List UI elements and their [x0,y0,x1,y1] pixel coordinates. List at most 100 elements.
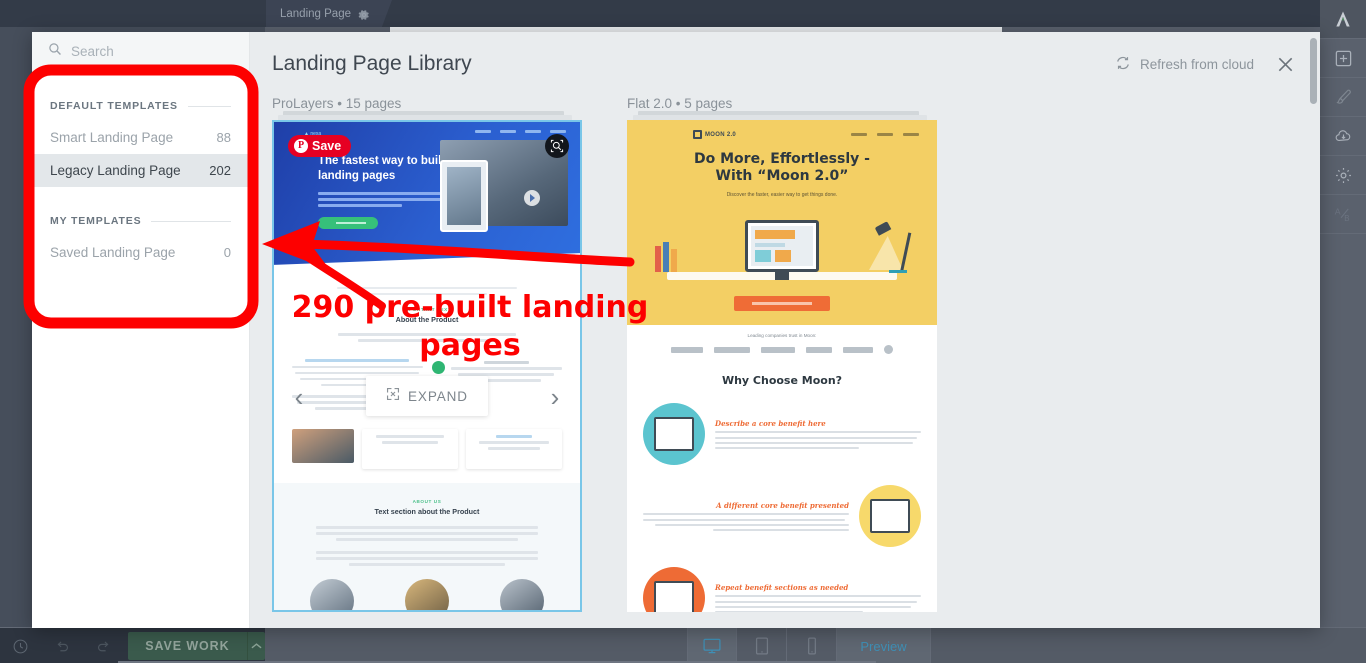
svg-text:B: B [1344,213,1349,222]
template-thumbnail-prolayers[interactable]: P Save ▲ nexa The fastest way to build l… [272,120,582,612]
thumbnail-cards-row [274,413,580,470]
thumbnail-hero-paragraph [318,192,458,210]
thumbnail-hero-heading: Do More, Effortlessly - With “Moon 2.0” [627,151,937,185]
right-toolbar: AB [1320,0,1366,663]
template-grid: ProLayers • 15 pages P Save ▲ nexa The f… [250,96,1320,612]
thumbnail-section-1: IMPORTANT TEXT About the Product [274,277,580,342]
preview-button[interactable]: Preview [837,628,931,663]
tablet-icon[interactable] [737,628,787,663]
sidebar-item-legacy-landing-page[interactable]: Legacy Landing Page 202 [32,154,249,187]
thumbnail-logo: MOON 2.0 [693,130,736,139]
modal-header: Landing Page Library Refresh from cloud [250,32,1320,96]
chevron-left-icon[interactable]: ‹ [286,382,312,412]
refresh-from-cloud-label: Refresh from cloud [1139,56,1254,72]
divider [187,105,231,107]
thumbnail-section-2: ABOUT US Text section about the Product [274,483,580,610]
pinterest-save-button[interactable]: P Save [288,135,352,157]
benefit-heading: Repeat benefit sections as needed [715,583,849,593]
ab-test-icon[interactable]: AB [1320,195,1366,234]
cloud-download-icon[interactable] [1320,117,1366,156]
template-thumbnail-flat-2-0[interactable]: MOON 2.0 Do More, Effortlessly - With “M… [627,120,937,612]
section-heading-my-templates: MY TEMPLATES [50,187,231,236]
undo-icon[interactable] [41,628,82,663]
thumbnail-hero-cta [318,217,378,229]
section-heading-default-label: DEFAULT TEMPLATES [50,100,178,112]
expand-label: EXPAND [408,388,468,404]
thumbnail-hero-tablet [440,160,488,232]
pinterest-save-label: Save [312,139,342,153]
sidebar-item-label: Legacy Landing Page [50,163,181,178]
divider [151,220,231,222]
thumbnail-wrap: P Save ▲ nexa The fastest way to build l… [272,111,582,612]
template-grid-scroll[interactable]: ProLayers • 15 pages P Save ▲ nexa The f… [250,96,1320,628]
chevron-right-icon[interactable]: › [542,382,568,412]
brush-icon[interactable] [1320,78,1366,117]
sidebar-item-count: 202 [209,163,231,178]
thumbnail-hero-cta [734,296,830,311]
benefit-item: Benefit 3 [479,579,564,610]
bottom-bar: SAVE WORK Preview [0,627,1366,663]
refresh-icon [1115,55,1131,74]
sidebar-item-smart-landing-page[interactable]: Smart Landing Page 88 [32,121,249,154]
thumbnail-wrap: MOON 2.0 Do More, Effortlessly - With “M… [627,111,937,612]
page-title: Landing Page Library [272,52,472,75]
chevron-up-icon[interactable] [246,632,265,660]
thumbnail-nav [851,133,919,136]
template-sidebar: DEFAULT TEMPLATES Smart Landing Page 88 … [32,32,250,628]
tab-landing-page[interactable]: Landing Page [266,0,392,27]
benefit-image [499,579,544,610]
thumbnail-logo-text: MOON 2.0 [705,131,737,138]
add-element-icon[interactable] [1320,39,1366,78]
benefit-item: Benefit 1 [290,579,375,610]
search-input[interactable] [71,44,221,59]
bottom-bar-left: SAVE WORK [0,628,266,663]
thumbnail-trust-bar: Leading companies trust in Moon: [627,325,937,364]
thumbnail-eyebrow-2: ABOUT US [412,499,442,505]
logo-icon[interactable] [1320,0,1366,39]
sidebar-item-saved-landing-page[interactable]: Saved Landing Page 0 [32,236,249,269]
landing-page-library-modal: DEFAULT TEMPLATES Smart Landing Page 88 … [32,32,1320,628]
thumbnail-title-2: Text section about the Product [374,507,480,517]
device-preview-group: Preview [687,628,931,663]
trust-caption: Leading companies trust in Moon: [747,333,817,338]
gear-icon[interactable] [358,8,370,20]
desktop-icon[interactable] [687,628,737,663]
expand-button[interactable]: EXPAND [366,376,488,416]
modal-scrollbar[interactable] [1310,38,1317,104]
thumbnail-topbar: MOON 2.0 [627,130,937,139]
refresh-from-cloud-button[interactable]: Refresh from cloud [1115,55,1254,74]
save-work-button[interactable]: SAVE WORK [128,632,266,660]
thumbnail-title-1: About the Product [395,315,459,325]
thumbnail-nav [475,130,566,133]
redo-icon[interactable] [83,628,124,663]
thumbnail-eyebrow-1: IMPORTANT TEXT [402,307,452,313]
template-card-flat-2-0[interactable]: Flat 2.0 • 5 pages MOON 2.0 Do More, Eff… [627,96,937,612]
screen: No Element Selected Landing Page [0,0,1366,663]
template-card-prolayers[interactable]: ProLayers • 15 pages P Save ▲ nexa The f… [272,96,582,612]
preview-label: Preview [860,638,907,654]
sidebar-item-count: 0 [223,245,231,260]
trust-logos [627,345,937,354]
benefit-heading: Describe a core benefit here [715,419,826,429]
close-icon[interactable] [1272,51,1298,77]
benefit-heading: A different core benefit presented [716,501,849,511]
search-icon [48,42,62,61]
expand-arrows-icon [386,387,400,406]
save-work-label: SAVE WORK [145,639,230,653]
clock-icon[interactable] [0,628,41,663]
hero-heading-line-2: With “Moon 2.0” [715,168,849,184]
section-heading-default: DEFAULT TEMPLATES [50,72,231,121]
sidebar-item-count: 88 [216,130,231,145]
benefit-image [310,579,355,610]
default-templates-section: DEFAULT TEMPLATES Smart Landing Page 88 … [32,72,249,269]
thumbnail-why-section: Why Choose Moon? [627,364,937,393]
thumbnail-benefit-2: A different core benefit presented [627,475,937,557]
thumbnail-hero-sub: Discover the faster, easier way to get t… [726,192,838,198]
play-icon [524,190,540,206]
magnify-icon[interactable] [545,134,569,158]
mobile-icon[interactable] [787,628,837,663]
search-box[interactable] [32,32,249,72]
gear-icon[interactable] [1320,156,1366,195]
benefit-image [405,579,449,610]
template-gallery: Landing Page Library Refresh from cloud [250,32,1320,628]
